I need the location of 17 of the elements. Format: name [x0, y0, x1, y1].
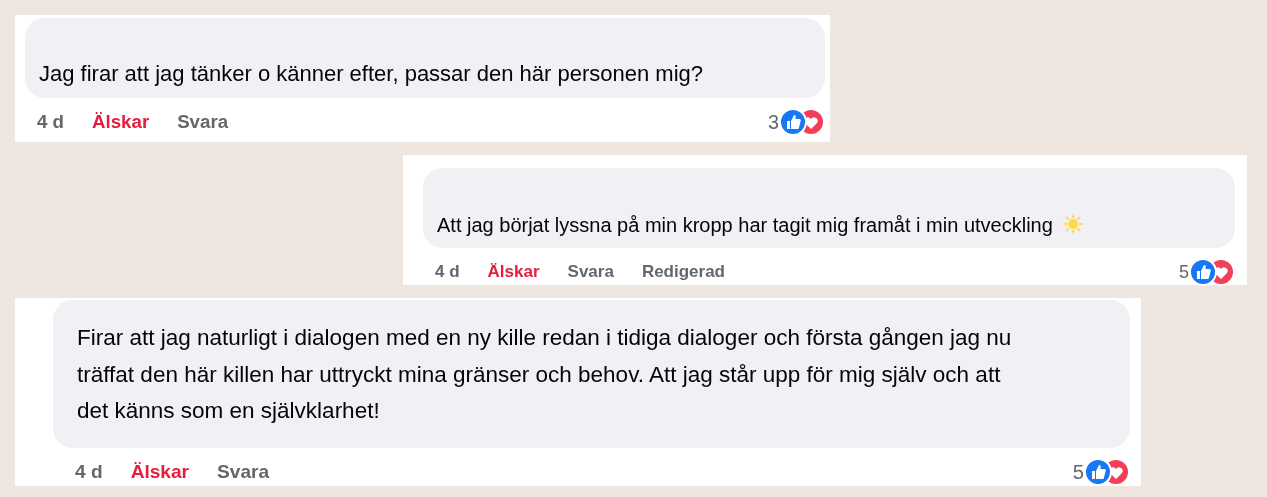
- reaction-count: 5: [1072, 460, 1084, 484]
- reaction-count: 5: [1179, 261, 1189, 283]
- love-reaction-link[interactable]: Älskar: [92, 111, 150, 133]
- comment-time: 4 d: [435, 262, 460, 282]
- comment-time: 4 d: [37, 111, 64, 133]
- edited-label: Redigerad: [641, 262, 725, 282]
- comment-text: Att jag börjat lyssna på min kropp har tagit mig framåt i min utveckling: [437, 209, 1085, 242]
- comment-text: Jag firar att jag tänker o känner efter, passar den här personen mig?: [39, 60, 704, 89]
- love-reaction-link[interactable]: Älskar: [487, 262, 540, 282]
- reply-link[interactable]: Svara: [567, 262, 614, 282]
- reaction-count: 3: [768, 110, 779, 134]
- love-reaction-link[interactable]: Älskar: [130, 461, 190, 483]
- comment-time: 4 d: [75, 461, 103, 483]
- reply-link[interactable]: Svara: [217, 461, 270, 483]
- comment-text: Firar att jag naturligt i dialogen med en ny kille redan i tidiga dialoger och första gången jag nu träffat den här killen har uttryckt mina gränser och behov. Att jag står upp för mig själv och att det känns som en självklarhet!: [77, 324, 1013, 426]
- reply-link[interactable]: Svara: [177, 111, 229, 133]
- like-love-reaction-icon: [779, 108, 825, 136]
